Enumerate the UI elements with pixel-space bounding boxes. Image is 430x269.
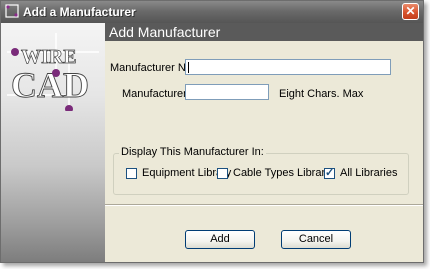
header-band: Add Manufacturer [105, 23, 423, 41]
close-icon: ✕ [405, 4, 416, 18]
cable-types-library-label: Cable Types Library [233, 167, 331, 179]
close-button[interactable]: ✕ [402, 3, 419, 20]
add-button[interactable]: Add [185, 230, 255, 249]
cable-types-library-checkbox[interactable] [217, 168, 228, 179]
all-libraries-label: All Libraries [340, 167, 398, 179]
sidebar-panel: WIRE CAD [1, 23, 105, 262]
text-caret [188, 61, 189, 73]
add-manufacturer-dialog: Add a Manufacturer ✕ WIRE CAD Add Manufa… [0, 0, 424, 263]
form-area: Manufacturer Name: Manufacturer ID: Eigh… [105, 41, 423, 262]
display-libraries-group: Display This Manufacturer In: Equipment … [113, 146, 409, 195]
manufacturer-name-input[interactable] [185, 59, 391, 75]
manufacturer-id-input[interactable] [185, 84, 269, 100]
display-libraries-legend: Display This Manufacturer In: [119, 146, 266, 158]
equipment-library-checkbox[interactable] [126, 168, 137, 179]
wirecad-logo: WIRE CAD [7, 33, 99, 111]
wirecad-app-icon [5, 4, 19, 18]
manufacturer-id-hint: Eight Chars. Max [279, 88, 364, 100]
cancel-button[interactable]: Cancel [281, 230, 351, 249]
button-separator [105, 204, 423, 206]
title-bar[interactable]: Add a Manufacturer ✕ [1, 1, 423, 23]
svg-text:CAD: CAD [11, 65, 89, 105]
header-title: Add Manufacturer [109, 24, 221, 40]
all-libraries-checkbox[interactable]: ✓ [324, 167, 335, 179]
check-mark-icon: ✓ [325, 167, 335, 179]
window-title: Add a Manufacturer [23, 5, 136, 19]
